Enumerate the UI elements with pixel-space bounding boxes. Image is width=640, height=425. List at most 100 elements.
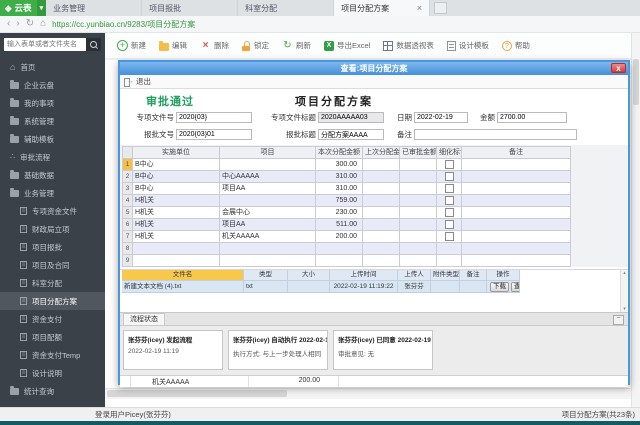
prev-amount-cell[interactable]: [363, 255, 400, 267]
home-icon[interactable]: ⌂: [40, 19, 46, 29]
forward-icon[interactable]: ›: [16, 19, 19, 29]
sidebar-item[interactable]: 企业云盘: [0, 76, 105, 94]
remark-cell[interactable]: [462, 159, 571, 171]
sidebar-item[interactable]: 首页: [0, 58, 105, 76]
refine-checkbox[interactable]: [444, 232, 454, 241]
browser-tab[interactable]: 项目报批: [142, 0, 239, 16]
remark-cell[interactable]: [462, 171, 571, 183]
tab-close-icon[interactable]: ×: [417, 3, 422, 13]
prev-amount-cell[interactable]: [363, 159, 400, 171]
remark-cell[interactable]: [462, 255, 571, 267]
remark-cell[interactable]: [462, 243, 571, 255]
unit-cell[interactable]: B中心: [133, 171, 220, 183]
amount-field[interactable]: [497, 112, 567, 123]
date-field[interactable]: [414, 112, 468, 123]
search-input[interactable]: [4, 38, 86, 51]
close-icon[interactable]: x: [611, 63, 626, 73]
sidebar-item[interactable]: 辅助模板: [0, 130, 105, 148]
approved-amount-cell[interactable]: [400, 171, 437, 183]
row-number-cell[interactable]: 7: [123, 231, 133, 243]
remark-cell[interactable]: [462, 219, 571, 231]
remark-cell[interactable]: [462, 231, 571, 243]
row-number-cell[interactable]: 9: [123, 255, 133, 267]
remark-field[interactable]: [414, 129, 577, 140]
horizontal-scrollbar[interactable]: [105, 388, 631, 399]
unit-cell[interactable]: H机关: [133, 207, 220, 219]
sidebar-item[interactable]: 专项资金文件: [0, 202, 105, 220]
sidebar-item[interactable]: 审批流程: [0, 148, 105, 166]
flow-card[interactable]: 张芬芬(icey) 发起流程 2022-02-19 11:19: [123, 330, 223, 370]
remark-cell[interactable]: [462, 195, 571, 207]
search-button[interactable]: [86, 38, 101, 51]
approved-amount-cell[interactable]: [400, 207, 437, 219]
special-doc-title-field[interactable]: [318, 112, 384, 123]
row-number-cell[interactable]: 3: [123, 183, 133, 195]
browser-tab[interactable]: 业务管理: [46, 0, 143, 16]
approval-title-field[interactable]: [318, 129, 384, 140]
current-amount-cell[interactable]: [316, 243, 363, 255]
toolbar-button-x[interactable]: 删除: [200, 40, 229, 51]
approval-no-field[interactable]: [176, 129, 252, 140]
sidebar-item[interactable]: 项目分配方案: [0, 292, 105, 310]
toolbar-button-pivot[interactable]: 数据透视表: [383, 40, 434, 51]
prev-amount-cell[interactable]: [363, 207, 400, 219]
flow-card[interactable]: 张芬芬(icey) 已同意 2022-02-19 11: 审批意见: 无: [333, 330, 433, 370]
exit-button[interactable]: 退出: [124, 76, 151, 87]
sidebar-item[interactable]: 项目配额: [0, 328, 105, 346]
reload-icon[interactable]: ↻: [26, 19, 34, 29]
view-button[interactable]: 查看: [511, 282, 519, 292]
unit-cell[interactable]: H机关: [133, 219, 220, 231]
row-number-cell[interactable]: 6: [123, 219, 133, 231]
project-cell[interactable]: [220, 243, 316, 255]
current-amount-cell[interactable]: 300.00: [316, 159, 363, 171]
current-amount-cell[interactable]: 310.00: [316, 183, 363, 195]
approved-amount-cell[interactable]: [400, 183, 437, 195]
dialog-titlebar[interactable]: 查看:项目分配方案 x: [120, 62, 628, 75]
toolbar-button-lock[interactable]: 锁定: [242, 40, 269, 51]
special-doc-no-field[interactable]: [176, 112, 252, 123]
unit-cell[interactable]: B中心: [133, 183, 220, 195]
refine-checkbox[interactable]: [444, 196, 454, 205]
file-name-cell[interactable]: 新建文本文档 (4).txt: [122, 281, 244, 293]
unit-cell[interactable]: H机关: [133, 195, 220, 207]
prev-amount-cell[interactable]: [363, 219, 400, 231]
approved-amount-cell[interactable]: [400, 231, 437, 243]
unit-cell[interactable]: [133, 243, 220, 255]
logo-menu-caret-icon[interactable]: ▾: [36, 0, 47, 16]
toolbar-button-refresh[interactable]: 刷新: [282, 40, 311, 51]
sidebar-item[interactable]: 项目及合同: [0, 256, 105, 274]
download-button[interactable]: 下载: [490, 282, 509, 292]
unit-cell[interactable]: H机关: [133, 231, 220, 243]
refine-checkbox[interactable]: [444, 184, 454, 193]
refine-checkbox[interactable]: [444, 160, 454, 169]
unit-cell[interactable]: [133, 255, 220, 267]
toolbar-button-plus-circle[interactable]: 新建: [117, 40, 146, 51]
project-cell[interactable]: 会展中心: [220, 207, 316, 219]
prev-amount-cell[interactable]: [363, 231, 400, 243]
project-cell[interactable]: 中心AAAAA: [220, 171, 316, 183]
row-number-cell[interactable]: 8: [123, 243, 133, 255]
refine-checkbox[interactable]: [444, 208, 454, 217]
project-cell[interactable]: [220, 159, 316, 171]
flow-card[interactable]: 张芬芬(icey) 自动执行 2022-02-19 1 执行方式: 与上一步处理人…: [228, 330, 328, 370]
refine-checkbox[interactable]: [444, 172, 454, 181]
toolbar-button-folder[interactable]: 编辑: [159, 40, 187, 51]
approved-amount-cell[interactable]: [400, 195, 437, 207]
url-text[interactable]: https://cc.yunbiao.cn/9283/项目分配方案: [52, 19, 195, 30]
approved-amount-cell[interactable]: [400, 255, 437, 267]
sidebar-item[interactable]: 设计说明: [0, 364, 105, 382]
sidebar-item[interactable]: 资金支付: [0, 310, 105, 328]
row-number-cell[interactable]: 2: [123, 171, 133, 183]
scrollbar-thumb[interactable]: [107, 390, 287, 397]
prev-amount-cell[interactable]: [363, 183, 400, 195]
sidebar-item[interactable]: 财政局立项: [0, 220, 105, 238]
flow-status-tab[interactable]: 流程状态: [123, 313, 165, 325]
project-cell[interactable]: [220, 255, 316, 267]
sidebar-item[interactable]: 统计查询: [0, 382, 105, 400]
attachment-scrollbar[interactable]: [620, 270, 628, 312]
browser-tab[interactable]: 项目分配方案 ×: [334, 0, 431, 16]
back-icon[interactable]: ‹: [7, 19, 10, 29]
remark-cell[interactable]: [462, 183, 571, 195]
current-amount-cell[interactable]: 759.00: [316, 195, 363, 207]
new-tab-button[interactable]: [434, 2, 448, 14]
